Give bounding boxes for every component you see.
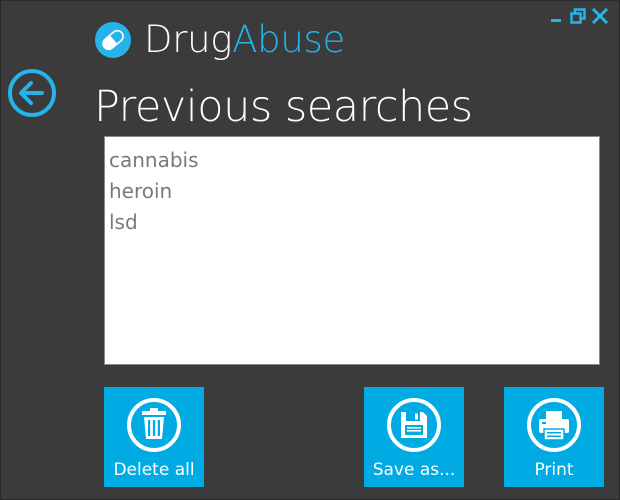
app-name: DrugAbuse [144,15,345,65]
back-arrow-icon [8,69,56,117]
page-title: Previous searches [94,82,473,132]
save-as-label: Save as... [372,460,456,480]
trash-icon [127,398,181,452]
print-label: Print [534,460,574,480]
list-item[interactable]: cannabis [109,145,599,176]
list-item[interactable]: lsd [109,207,599,238]
window-controls [547,7,609,25]
app-name-part2: Abuse [232,18,345,61]
minimize-icon [551,19,561,22]
delete-all-label: Delete all [113,460,195,480]
close-icon [592,8,608,24]
restore-icon [570,8,586,24]
pill-icon [94,21,132,59]
back-button[interactable] [7,68,57,118]
print-button[interactable]: Print [504,387,604,487]
minimize-button[interactable] [547,7,565,25]
app-name-part1: Drug [144,18,233,61]
floppy-disk-icon [387,398,441,452]
app-title: DrugAbuse [94,15,345,65]
save-as-button[interactable]: Save as... [364,387,464,487]
restore-button[interactable] [569,7,587,25]
delete-all-button[interactable]: Delete all [104,387,204,487]
previous-searches-list[interactable]: cannabis heroin lsd [104,136,600,365]
printer-icon [527,398,581,452]
close-button[interactable] [591,7,609,25]
list-item[interactable]: heroin [109,176,599,207]
